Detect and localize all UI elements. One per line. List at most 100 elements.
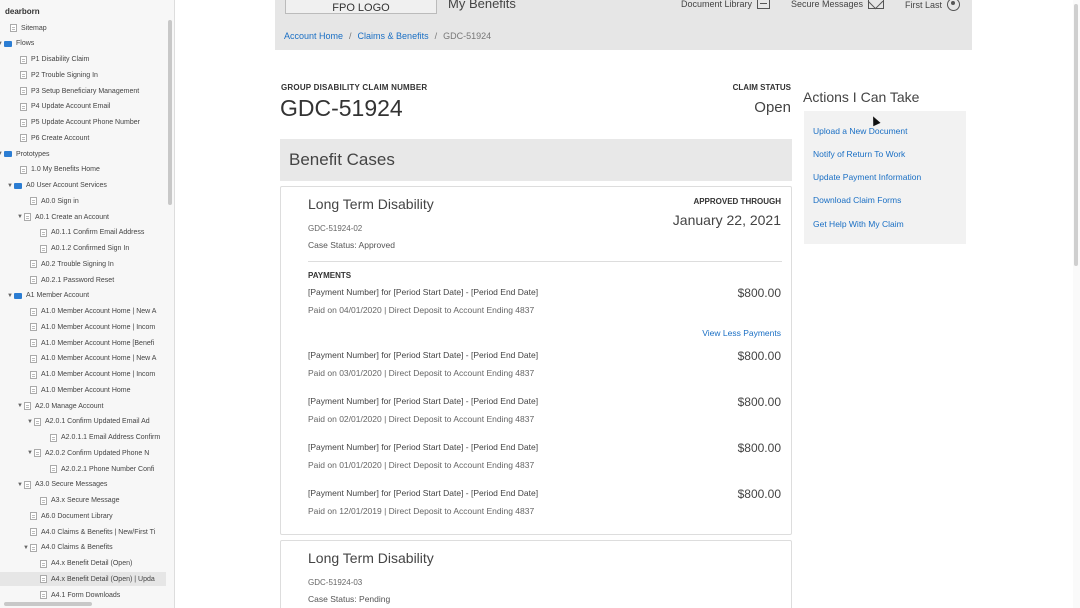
expand-toggle-icon[interactable]: ▼	[16, 403, 24, 409]
view-less-payments-link[interactable]: View Less Payments	[702, 328, 781, 338]
sidebar-item-label: A0.1.2 Confirmed Sign In	[51, 245, 130, 252]
folder-icon	[4, 151, 12, 157]
folder-icon	[14, 292, 22, 299]
sidebar-page-item[interactable]: ▼ A2.0 Manage Account	[16, 399, 104, 413]
sidebar-page-item[interactable]: A2.0.1.1 Email Address Confirm	[42, 431, 160, 445]
sidebar-page-item[interactable]: A0.1.2 Confirmed Sign In	[32, 242, 129, 256]
user-menu[interactable]: First Last	[905, 0, 961, 11]
document-library-link[interactable]: Document Library	[681, 0, 771, 9]
page-icon	[40, 591, 47, 599]
sidebar-item-label: Prototypes	[16, 150, 50, 158]
page-scrollbar[interactable]	[1073, 0, 1080, 608]
sidebar-folder[interactable]: ▼ A1 Member Account	[6, 289, 89, 303]
claim-status-label: CLAIM STATUS	[732, 83, 791, 92]
sidebar-page-item[interactable]: A4.x Benefit Detail (Open) | Upda	[0, 572, 166, 587]
sidebar-item-label: A4.0 Claims & Benefits | New/First Ti	[41, 528, 156, 536]
sidebar-page-item[interactable]: A1.0 Member Account Home	[22, 383, 131, 397]
page-icon	[30, 339, 37, 347]
sidebar-page-item[interactable]: Sitemap	[2, 21, 47, 35]
page-icon	[30, 197, 37, 206]
sidebar-item-label: A0 User Account Services	[26, 182, 107, 189]
expand-toggle-icon[interactable]: ▼	[6, 183, 14, 189]
sidebar-item-label: A0.2 Trouble Signing In	[41, 260, 114, 268]
expand-toggle-icon[interactable]: ▼	[22, 545, 30, 551]
benefit-cases-title: Benefit Cases	[289, 150, 395, 169]
sidebar-item-label: A0.2.1 Password Reset	[41, 276, 115, 284]
sidebar-horizontal-scrollbar[interactable]	[4, 602, 92, 606]
sidebar-scrollbar[interactable]	[168, 20, 172, 205]
page-icon	[20, 87, 27, 95]
logo[interactable]: FPO LOGO	[285, 0, 437, 14]
sidebar-page-item[interactable]: A4.x Benefit Detail (Open)	[32, 557, 132, 571]
update-payment-info-link[interactable]: Update Payment Information	[813, 172, 921, 182]
sidebar-item-label: A1 Member Account	[26, 292, 90, 300]
folder-icon	[14, 182, 22, 189]
notify-return-to-work-link[interactable]: Notify of Return To Work	[813, 149, 905, 159]
page-icon	[34, 417, 41, 426]
sidebar-folder[interactable]: ▼Flows	[0, 37, 34, 51]
breadcrumb-claims-benefits[interactable]: Claims & Benefits	[358, 31, 429, 41]
envelope-icon	[868, 0, 885, 9]
sidebar-page-item[interactable]: A0.1.1 Confirm Email Address	[32, 226, 144, 240]
sidebar-page-item[interactable]: P6 Create Account	[12, 131, 89, 145]
sidebar-page-item[interactable]: A3.x Secure Message	[32, 494, 119, 508]
claim-number-label: GROUP DISABILITY CLAIM NUMBER	[281, 83, 428, 92]
sidebar-page-item[interactable]: A1.0 Member Account Home | Incom	[22, 320, 155, 334]
claim-number: GDC-51924	[280, 95, 403, 121]
secure-messages-link[interactable]: Secure Messages	[791, 0, 885, 9]
expand-toggle-icon[interactable]: ▼	[26, 450, 34, 456]
sidebar-page-item[interactable]: P2 Trouble Signing In	[12, 68, 98, 82]
sidebar-page-item[interactable]: A0.0 Sign in	[22, 194, 79, 208]
app-name: My Benefits	[448, 0, 516, 11]
sidebar-page-item[interactable]: A0.2 Trouble Signing In	[22, 257, 114, 271]
sidebar-page-item[interactable]: P3 Setup Beneficiary Management	[12, 84, 139, 98]
project-title: dearborn	[5, 7, 40, 16]
expand-toggle-icon[interactable]: ▼	[26, 419, 34, 425]
sidebar-page-item[interactable]: A1.0 Member Account Home | New A	[22, 305, 156, 319]
case-title: Long Term Disability	[308, 550, 434, 566]
benefit-cases-header: Benefit Cases	[280, 139, 792, 181]
sidebar-item-label: A4.x Benefit Detail (Open) | Upda	[51, 575, 155, 583]
sidebar-page-item[interactable]: A1.0 Member Account Home | Incom	[22, 368, 155, 382]
sidebar-item-label: P6 Create Account	[31, 134, 90, 142]
sidebar-page-item[interactable]: P5 Update Account Phone Number	[12, 116, 140, 130]
breadcrumb-current: GDC-51924	[443, 31, 492, 41]
expand-toggle-icon[interactable]: ▼	[16, 482, 24, 488]
expand-toggle-icon[interactable]: ▼	[16, 214, 24, 220]
sidebar-page-item[interactable]: 1.0 My Benefits Home	[12, 163, 100, 177]
sidebar-page-item[interactable]: A4.0 Claims & Benefits | New/First Ti	[22, 525, 155, 539]
upload-document-link[interactable]: Upload a New Document	[813, 126, 908, 136]
sidebar-page-item[interactable]: A2.0.2.1 Phone Number Confi	[42, 462, 154, 476]
sidebar-folder[interactable]: ▼Prototypes	[0, 147, 49, 161]
payments-label: PAYMENTS	[308, 271, 352, 280]
sidebar-page-item[interactable]: A6.0 Document Library	[22, 509, 113, 523]
sidebar-folder[interactable]: ▼ A0 User Account Services	[6, 179, 107, 193]
sidebar-page-item[interactable]: ▼ A2.0.1 Confirm Updated Email Ad	[26, 415, 150, 429]
sidebar-page-item[interactable]: P4 Update Account Email	[12, 100, 110, 114]
payment-row: [Payment Number] for [Period Start Date]…	[308, 395, 781, 426]
sidebar-item-label: A0.1 Create an Account	[35, 213, 109, 221]
sidebar-page-item[interactable]: P1 Disability Claim	[12, 53, 89, 67]
page-icon	[30, 276, 37, 284]
payment-details: Paid on 12/01/2019 | Direct Deposit to A…	[308, 506, 535, 516]
sidebar-page-item[interactable]: A1.0 Member Account Home | New A	[22, 352, 156, 366]
payment-amount: $800.00	[737, 395, 781, 409]
sidebar-page-item[interactable]: ▼ A2.0.2 Confirm Updated Phone N	[26, 446, 149, 460]
breadcrumb-account-home[interactable]: Account Home	[284, 31, 343, 41]
sidebar-page-item[interactable]: ▼ A0.1 Create an Account	[16, 210, 109, 224]
sidebar-page-item[interactable]: ▼ A3.0 Secure Messages	[16, 478, 107, 492]
page-icon	[30, 260, 37, 269]
sidebar-item-label: A2.0.1 Confirm Updated Email Ad	[45, 418, 150, 426]
sidebar-item-label: P5 Update Account Phone Number	[31, 119, 140, 126]
sidebar-page-item[interactable]: A0.2.1 Password Reset	[22, 273, 114, 287]
get-help-link[interactable]: Get Help With My Claim	[813, 219, 904, 229]
page-icon	[40, 228, 47, 237]
actions-panel: Upload a New Document Notify of Return T…	[804, 111, 966, 244]
download-claim-forms-link[interactable]: Download Claim Forms	[813, 195, 901, 205]
sidebar-page-item[interactable]: A4.1 Form Downloads	[32, 588, 120, 602]
sidebar-page-item[interactable]: A1.0 Member Account Home [Benefi	[22, 336, 154, 350]
expand-toggle-icon[interactable]: ▼	[6, 293, 14, 299]
sidebar-page-item[interactable]: ▼ A4.0 Claims & Benefits	[22, 541, 113, 555]
sidebar-item-label: A0.0 Sign in	[41, 197, 79, 205]
page-icon	[20, 165, 27, 174]
